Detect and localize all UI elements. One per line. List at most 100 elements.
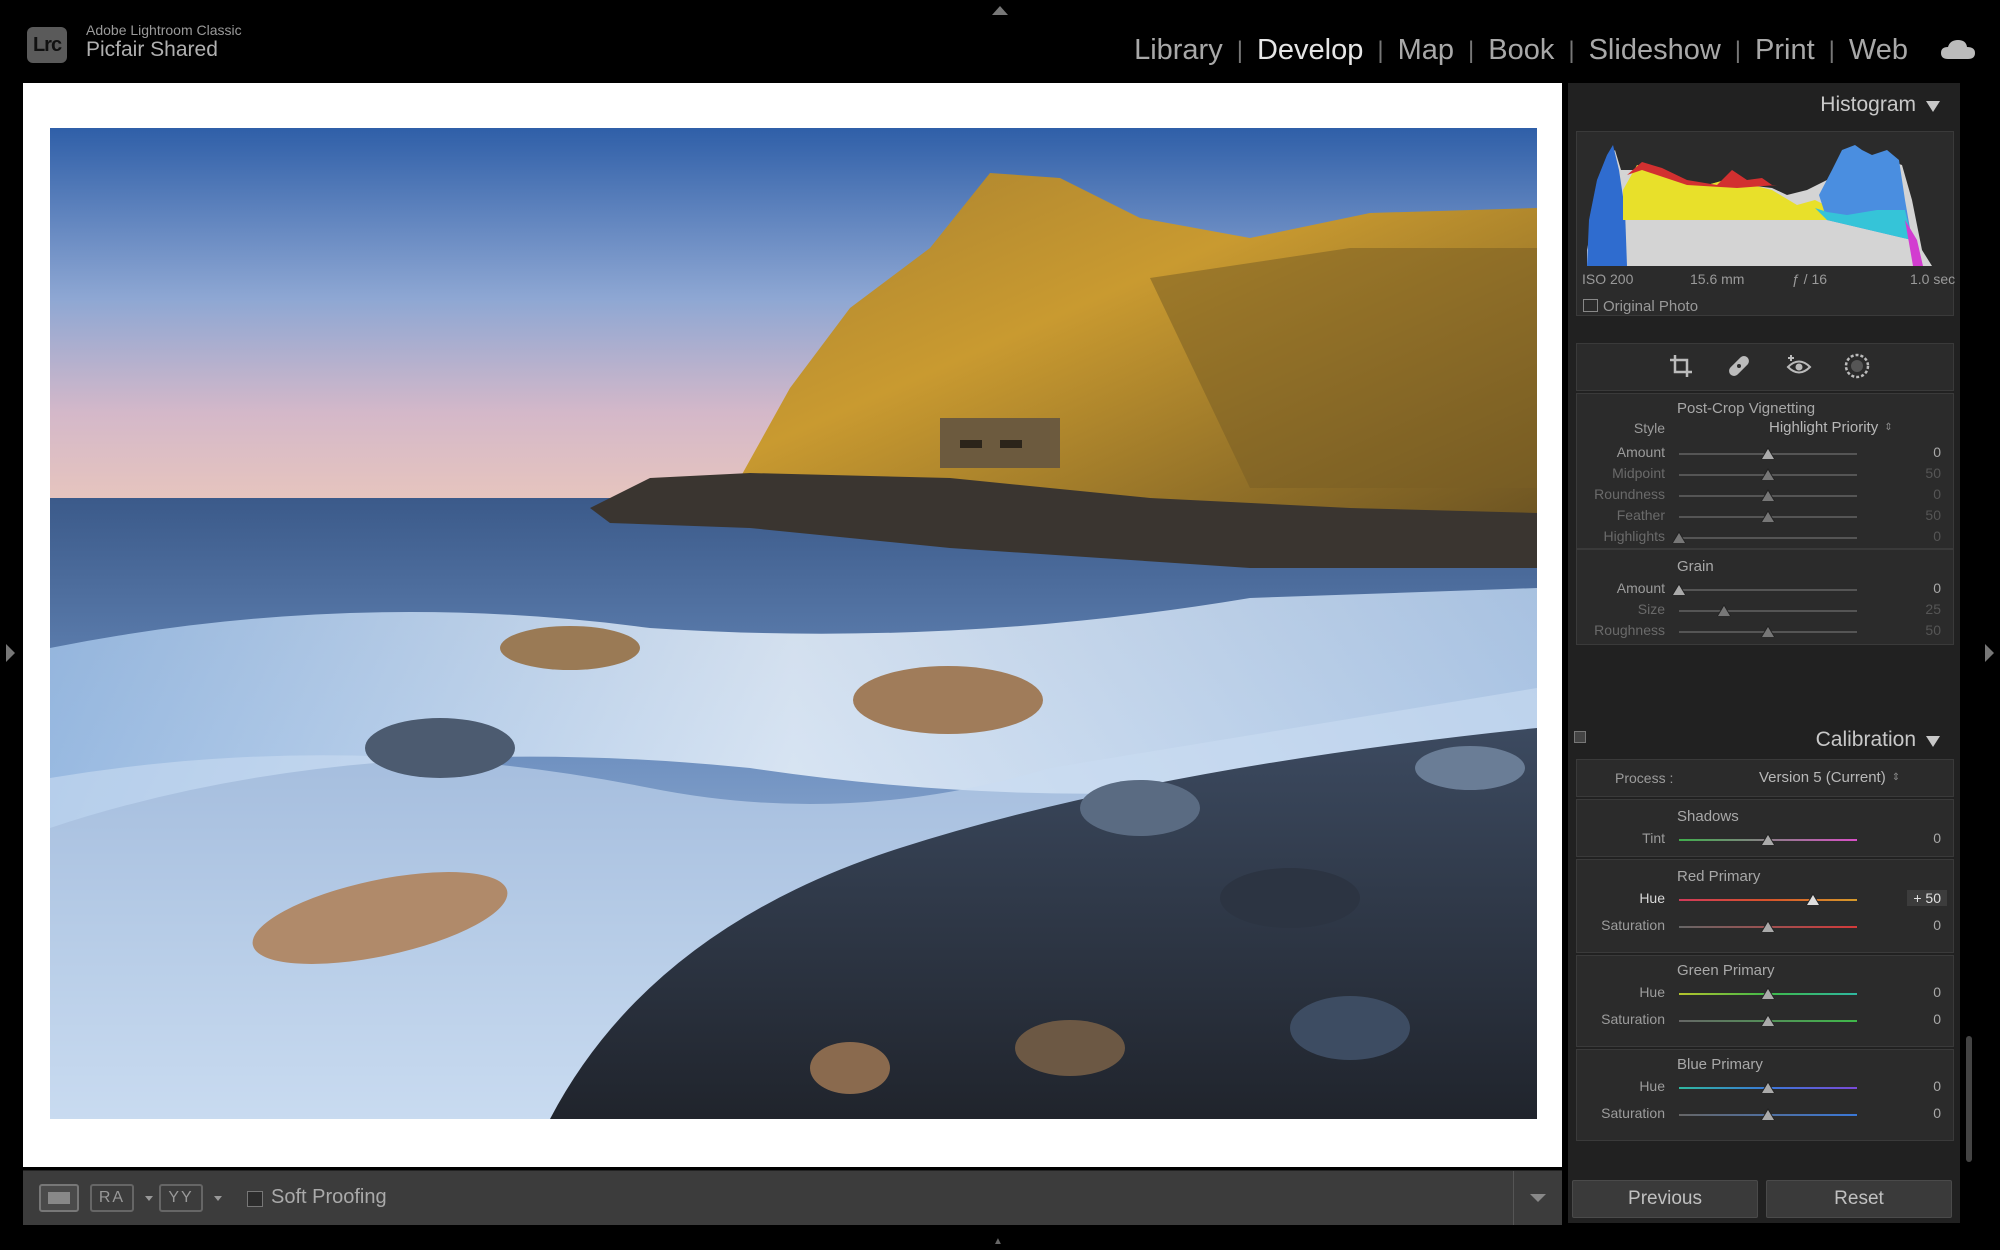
red-eye-icon[interactable]: [1785, 352, 1813, 380]
crop-icon[interactable]: [1667, 352, 1695, 380]
original-photo-checkbox[interactable]: [1583, 299, 1598, 312]
right-panel: Histogram ISO 200 15.6 mm ƒ / 16 1.0 sec…: [1568, 83, 1960, 1223]
vignette-feather-value[interactable]: 50: [1925, 507, 1941, 523]
before-after-button[interactable]: RA: [90, 1184, 134, 1212]
vignette-roundness-slider[interactable]: Roundness 0: [1577, 484, 1953, 506]
vignette-highlights-slider[interactable]: Highlights 0: [1577, 526, 1953, 548]
before-after-caret-icon[interactable]: [145, 1196, 153, 1201]
red-hue-value[interactable]: + 50: [1907, 890, 1947, 906]
red-saturation-value[interactable]: 0: [1933, 917, 1941, 933]
module-print[interactable]: Print: [1755, 34, 1815, 67]
calibration-header[interactable]: Calibration: [1568, 720, 1952, 760]
slider-track[interactable]: [1679, 610, 1857, 612]
grain-roughness-value[interactable]: 50: [1925, 622, 1941, 638]
healing-icon[interactable]: [1725, 352, 1753, 380]
histogram-graph[interactable]: [1587, 140, 1943, 266]
red-hue-slider[interactable]: Hue + 50: [1577, 888, 1953, 910]
green-primary-title: Green Primary: [1677, 962, 1775, 979]
vignette-amount-slider[interactable]: Amount 0: [1577, 442, 1953, 464]
red-saturation-slider[interactable]: Saturation 0: [1577, 915, 1953, 937]
original-photo-label: Original Photo: [1603, 298, 1699, 315]
slider-thumb[interactable]: [1761, 625, 1775, 637]
vignette-roundness-value[interactable]: 0: [1933, 486, 1941, 502]
process-select[interactable]: Version 5 (Current) ⇕: [1759, 769, 1900, 786]
module-develop[interactable]: Develop: [1257, 34, 1363, 67]
toolbar-menu-icon[interactable]: [1513, 1171, 1562, 1225]
collapse-triangle-icon[interactable]: [1926, 736, 1940, 747]
module-web[interactable]: Web: [1849, 34, 1908, 67]
slider-track[interactable]: [1679, 537, 1857, 539]
grain-size-value[interactable]: 25: [1925, 601, 1941, 617]
slider-thumb[interactable]: [1761, 987, 1775, 999]
collapse-triangle-icon[interactable]: [1926, 101, 1940, 112]
vignette-feather-slider[interactable]: Feather 50: [1577, 505, 1953, 527]
blue-primary-title: Blue Primary: [1677, 1056, 1763, 1073]
soft-proofing-checkbox[interactable]: [247, 1191, 263, 1207]
grain-amount-slider[interactable]: Amount 0: [1577, 578, 1953, 600]
slider-track[interactable]: [1679, 899, 1857, 901]
slider-thumb[interactable]: [1761, 1014, 1775, 1026]
slider-thumb[interactable]: [1761, 468, 1775, 480]
blue-hue-value[interactable]: 0: [1933, 1078, 1941, 1094]
previous-button[interactable]: Previous: [1572, 1180, 1758, 1218]
exif-shutter: 1.0 sec: [1910, 271, 1956, 287]
blue-saturation-slider[interactable]: Saturation 0: [1577, 1103, 1953, 1125]
green-saturation-value[interactable]: 0: [1933, 1011, 1941, 1027]
red-hue-label: Hue: [1639, 890, 1665, 906]
shadows-tint-value[interactable]: 0: [1933, 830, 1941, 846]
bottom-panel-toggle-icon[interactable]: ▲: [993, 1236, 1007, 1247]
slider-thumb[interactable]: [1761, 833, 1775, 845]
slider-thumb[interactable]: [1716, 604, 1731, 616]
slider-thumb[interactable]: [1761, 447, 1775, 459]
module-library[interactable]: Library: [1134, 34, 1223, 67]
slider-thumb[interactable]: [1761, 920, 1775, 932]
slider-thumb[interactable]: [1761, 1108, 1775, 1120]
vignette-roundness-label: Roundness: [1594, 486, 1665, 502]
slider-track[interactable]: [1679, 589, 1857, 591]
vignette-midpoint-value[interactable]: 50: [1925, 465, 1941, 481]
blue-primary-section: Blue Primary Hue 0 Saturation 0: [1576, 1049, 1954, 1141]
right-panel-toggle-icon[interactable]: [1985, 644, 1994, 662]
process-label: Process :: [1615, 770, 1674, 786]
module-book[interactable]: Book: [1488, 34, 1554, 67]
shadows-tint-slider[interactable]: Tint 0: [1577, 828, 1953, 850]
top-panel-toggle-icon[interactable]: [992, 6, 1008, 15]
slider-thumb[interactable]: [1761, 510, 1775, 522]
grain-size-slider[interactable]: Size 25: [1577, 599, 1953, 621]
vignette-style-select[interactable]: Highlight Priority ⇕: [1769, 419, 1893, 436]
slider-thumb[interactable]: [1761, 1081, 1775, 1093]
left-panel-toggle-icon[interactable]: [6, 644, 15, 662]
swap-caret-icon[interactable]: [214, 1196, 222, 1201]
photo-preview[interactable]: [50, 128, 1537, 1119]
shadows-title: Shadows: [1677, 808, 1739, 825]
original-photo-toggle[interactable]: Original Photo: [1583, 298, 1698, 315]
histogram-panel: [1576, 131, 1954, 316]
slider-thumb[interactable]: [1805, 893, 1820, 905]
vignette-style-row[interactable]: Style Highlight Priority ⇕: [1577, 418, 1953, 440]
lrc-logo: Lrc: [27, 27, 67, 63]
blue-hue-slider[interactable]: Hue 0: [1577, 1076, 1953, 1098]
green-hue-slider[interactable]: Hue 0: [1577, 982, 1953, 1004]
spinner-icon: ⇕: [1891, 772, 1901, 783]
grain-amount-value[interactable]: 0: [1933, 580, 1941, 596]
slider-thumb[interactable]: [1761, 489, 1775, 501]
panel-scrollbar[interactable]: [1966, 1036, 1972, 1162]
green-hue-value[interactable]: 0: [1933, 984, 1941, 1000]
slider-thumb[interactable]: [1672, 583, 1686, 595]
green-saturation-slider[interactable]: Saturation 0: [1577, 1009, 1953, 1031]
reset-button[interactable]: Reset: [1766, 1180, 1952, 1218]
green-primary-section: Green Primary Hue 0 Saturation 0: [1576, 955, 1954, 1047]
blue-saturation-value[interactable]: 0: [1933, 1105, 1941, 1121]
slider-thumb[interactable]: [1672, 531, 1686, 543]
loupe-view-button[interactable]: [39, 1184, 79, 1212]
module-slideshow[interactable]: Slideshow: [1589, 34, 1721, 67]
before-after-swap-button[interactable]: YY: [159, 1184, 203, 1212]
module-map[interactable]: Map: [1398, 34, 1454, 67]
vignette-midpoint-slider[interactable]: Midpoint 50: [1577, 463, 1953, 485]
histogram-header[interactable]: Histogram: [1568, 85, 1952, 125]
grain-roughness-slider[interactable]: Roughness 50: [1577, 620, 1953, 642]
cloud-icon[interactable]: [1940, 38, 1976, 60]
vignette-highlights-value[interactable]: 0: [1933, 528, 1941, 544]
vignette-amount-value[interactable]: 0: [1933, 444, 1941, 460]
masking-icon[interactable]: [1843, 352, 1871, 380]
